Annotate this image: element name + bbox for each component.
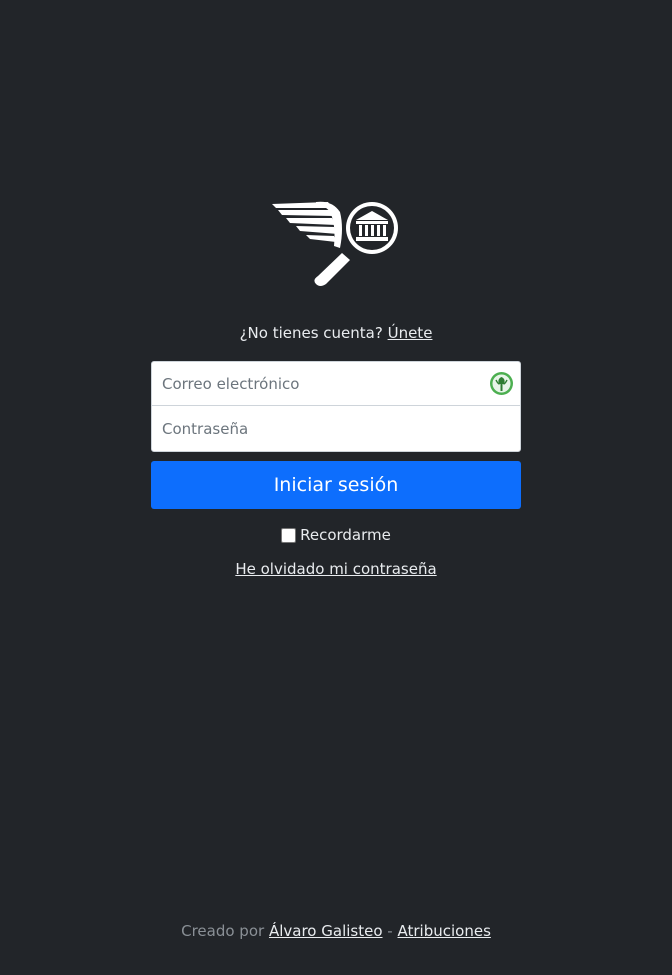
remember-checkbox[interactable] [281,527,297,543]
password-field[interactable]: Contraseña [152,407,520,451]
signup-link[interactable]: Únete [388,324,433,342]
login-page: ¿No tienes cuenta? Únete Correo electrón… [0,0,672,975]
attributions-link[interactable]: Atribuciones [398,922,491,940]
signup-prompt: ¿No tienes cuenta? Únete [0,323,672,343]
remember-label[interactable]: Recordarme [300,526,391,544]
email-placeholder: Correo electrónico [162,374,300,393]
login-button[interactable]: Iniciar sesión [151,461,521,509]
email-field[interactable]: Correo electrónico [152,362,520,406]
password-manager-icon[interactable] [489,371,514,396]
password-placeholder: Contraseña [162,420,249,438]
remember-me: Recordarme [0,526,672,544]
footer: Creado por Álvaro Galisteo - Atribucione… [0,921,672,941]
forgot-password: He olvidado mi contraseña [0,559,672,579]
app-logo [272,201,398,286]
footer-separator: - [387,922,393,940]
author-link[interactable]: Álvaro Galisteo [269,922,383,940]
footer-created-by: Creado por [181,922,265,940]
signup-prompt-text: ¿No tienes cuenta? [239,324,383,342]
forgot-password-link[interactable]: He olvidado mi contraseña [235,560,436,578]
login-form: Correo electrónico Contraseña [151,361,521,452]
